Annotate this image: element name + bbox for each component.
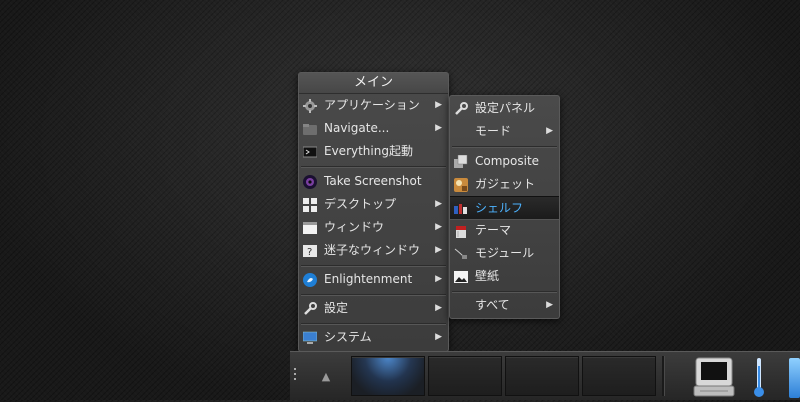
submenu-item-theme[interactable]: テーマ [450, 219, 559, 241]
submenu-item-wallpaper[interactable]: 壁紙 [450, 265, 559, 287]
paint-bucket-icon [454, 223, 468, 238]
submenu-item-composite[interactable]: Composite [450, 150, 559, 172]
menu-item-label: すべて [475, 298, 510, 312]
submenu-arrow-icon: ▶ [435, 100, 442, 110]
menu-item-label: モード [475, 124, 512, 138]
submenu-arrow-icon: ▶ [435, 245, 442, 255]
menu-item-label: 迷子なウィンドウ [324, 243, 421, 257]
wrench-icon [454, 101, 468, 115]
menu-item-label: シェルフ [475, 201, 524, 215]
camera-lens-icon [303, 174, 317, 189]
gadget-icon [454, 177, 468, 192]
main-menu: メイン アプリケーション ▶ Navigate... ▶ Everything起… [298, 72, 449, 352]
menu-item-label: デスクトップ [324, 197, 397, 211]
pager-desk-2[interactable] [428, 356, 502, 396]
menu-item-label: 設定パネル [475, 101, 536, 115]
menu-item-label: 壁紙 [475, 269, 500, 283]
submenu-arrow-icon: ▶ [435, 199, 442, 209]
pager-desk-4[interactable] [582, 356, 656, 396]
pager-desk-3[interactable] [505, 356, 579, 396]
question-window-icon: ? [303, 243, 317, 258]
pager-desk-1[interactable] [351, 356, 425, 396]
wallpaper-icon [454, 269, 468, 283]
menu-separator [452, 146, 557, 148]
submenu-arrow-icon: ▶ [435, 222, 442, 232]
submenu-item-all[interactable]: すべて ▶ [450, 294, 559, 316]
menu-separator [452, 291, 557, 293]
menu-item-label: ガジェット [475, 177, 536, 191]
terminal-icon [302, 144, 318, 158]
submenu-arrow-icon: ▶ [546, 300, 553, 310]
submenu-item-shelf[interactable]: シェルフ [450, 196, 559, 220]
shelf-icon [454, 201, 468, 215]
menu-title: メイン [299, 73, 448, 94]
submenu-arrow-icon: ▶ [435, 303, 442, 313]
enlightenment-logo-icon [303, 272, 317, 287]
menu-item-label: 設定 [324, 301, 349, 315]
plug-icon [454, 246, 468, 260]
shelf: ▲ [290, 351, 800, 400]
submenu-arrow-icon: ▶ [546, 126, 553, 136]
menu-item-take-screenshot[interactable]: Take Screenshot [299, 170, 448, 192]
menu-item-navigate[interactable]: Navigate... ▶ [299, 117, 448, 139]
menu-item-label: ウィンドウ [324, 220, 385, 234]
submenu-arrow-icon: ▶ [435, 274, 442, 284]
wrench-icon [303, 301, 317, 315]
menu-item-window[interactable]: ウィンドウ ▶ [299, 216, 448, 238]
menu-item-label: Take Screenshot [324, 174, 422, 188]
menu-item-label: アプリケーション [324, 98, 420, 112]
battery-icon[interactable] [789, 358, 800, 398]
menu-item-label: Navigate... [324, 121, 390, 135]
shelf-toggle-button[interactable]: ▲ [304, 357, 348, 397]
gear-icon [303, 98, 317, 113]
menu-item-enlightenment[interactable]: Enlightenment ▶ [299, 268, 448, 290]
shelf-divider [662, 356, 665, 396]
menu-item-label: Enlightenment [324, 272, 413, 286]
menu-separator [301, 323, 446, 325]
submenu-item-mode[interactable]: モード ▶ [450, 120, 559, 142]
folder-icon [303, 121, 317, 135]
submenu-arrow-icon: ▶ [435, 332, 442, 342]
submenu-item-modules[interactable]: モジュール [450, 242, 559, 264]
submenu-arrow-icon: ▶ [435, 123, 442, 133]
menu-separator [301, 265, 446, 267]
svg-text:?: ? [307, 247, 312, 258]
composite-icon [454, 154, 468, 168]
thermometer-icon[interactable] [751, 356, 767, 398]
menu-item-label: Everything起動 [324, 144, 413, 158]
submenu-item-gadgets[interactable]: ガジェット [450, 173, 559, 195]
menu-item-system[interactable]: システム ▶ [299, 326, 448, 348]
monitor-icon[interactable] [692, 356, 736, 398]
menu-item-label: テーマ [475, 223, 512, 237]
menu-separator [301, 166, 446, 168]
window-icon [303, 220, 317, 234]
menu-item-label: モジュール [475, 246, 535, 260]
menu-item-label: システム [324, 330, 372, 344]
shelf-grip-handle[interactable] [293, 368, 297, 386]
computer-icon [302, 330, 318, 344]
menu-item-lost-windows[interactable]: ? 迷子なウィンドウ ▶ [299, 239, 448, 261]
menu-item-applications[interactable]: アプリケーション ▶ [299, 94, 448, 116]
menu-item-label: Composite [475, 154, 540, 168]
settings-submenu: 設定パネル モード ▶ Composite ガジェット シェルフ テーマ モジュ… [449, 95, 560, 319]
submenu-item-settings-panel[interactable]: 設定パネル [450, 97, 559, 119]
menu-item-everything[interactable]: Everything起動 [299, 140, 448, 162]
menu-item-settings[interactable]: 設定 ▶ [299, 297, 448, 319]
menu-separator [301, 294, 446, 296]
windows-grid-icon [303, 197, 317, 212]
menu-item-desktop[interactable]: デスクトップ ▶ [299, 193, 448, 215]
